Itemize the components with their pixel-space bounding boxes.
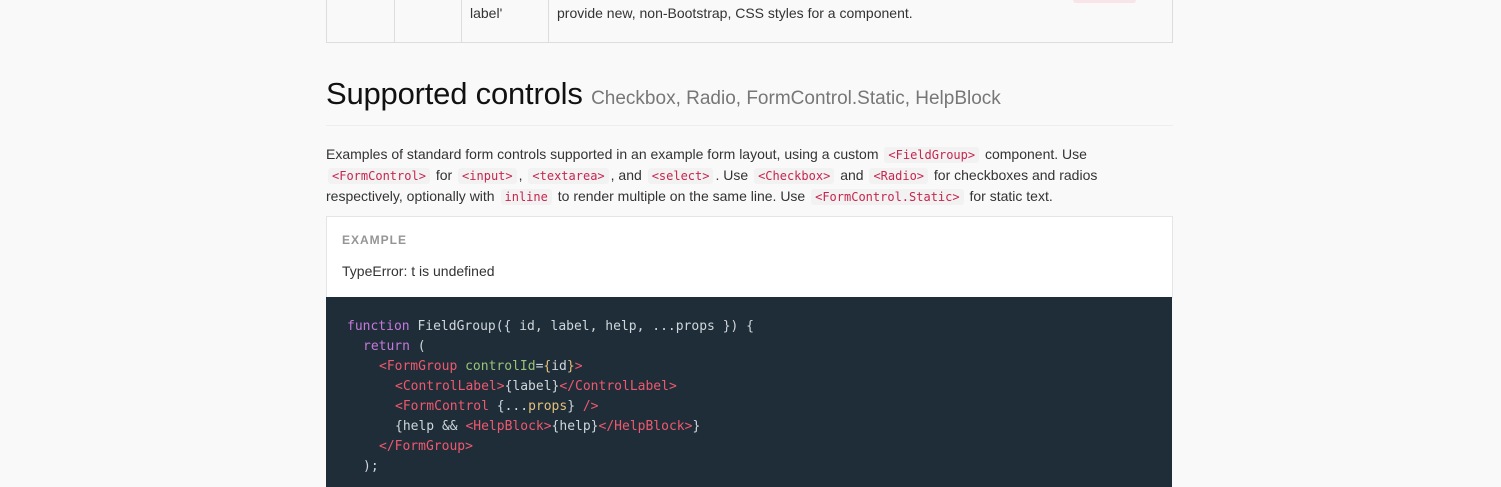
inline-code: <FormControl.Static> [811, 189, 964, 205]
section-description: Examples of standard form controls suppo… [326, 144, 1173, 207]
code-line: ); [363, 459, 379, 474]
example-error-message: TypeError: t is undefined [342, 263, 495, 279]
code-line: function FieldGroup({ id, label, help, .… [347, 319, 754, 334]
description-text: and [840, 167, 864, 183]
code-line: <ControlLabel>{label}</ControlLabel> [395, 379, 677, 394]
section-heading: Supported controls Checkbox, Radio, Form… [326, 76, 1173, 126]
example-panel: EXAMPLE TypeError: t is undefined [326, 216, 1173, 298]
code-line: <FormControl {...props} /> [395, 399, 599, 414]
inline-code-fragment [1073, 0, 1136, 3]
table-cell-description: provide new, non-Bootstrap, CSS styles f… [557, 5, 913, 21]
table-column-divider [394, 0, 395, 42]
table-column-divider [461, 0, 462, 42]
table-column-divider [548, 0, 549, 42]
description-text: , and [610, 167, 642, 183]
description-text: component. Use [984, 146, 1087, 162]
description-text: for static text. [969, 188, 1053, 204]
inline-code: <input> [458, 168, 517, 184]
inline-code: <Radio> [869, 168, 929, 184]
code-line: {help && <HelpBlock>{help}</HelpBlock>} [395, 419, 701, 434]
description-text: . Use [715, 167, 749, 183]
props-table: label' provide new, non-Bootstrap, CSS s… [326, 0, 1173, 43]
inline-code: <FormControl> [328, 168, 430, 184]
description-text: to render multiple on the same line. Use [557, 188, 806, 204]
description-text: Examples of standard form controls suppo… [326, 146, 879, 162]
code-line: <FormGroup controlId={id}> [379, 359, 583, 374]
inline-code: <textarea> [528, 168, 609, 184]
description-text: for [435, 167, 453, 183]
code-line: </FormGroup> [379, 439, 473, 454]
inline-code: <select> [647, 168, 714, 184]
section-subtitle: Checkbox, Radio, FormControl.Static, Hel… [591, 88, 1001, 109]
description-text: , [518, 167, 523, 183]
inline-code: <FieldGroup> [884, 147, 980, 163]
inline-code: <Checkbox> [754, 168, 835, 184]
code-editor[interactable]: function FieldGroup({ id, label, help, .… [326, 297, 1172, 487]
table-cell-default: label' [470, 5, 503, 21]
section-title: Supported controls [326, 76, 583, 111]
code-line: return ( [363, 339, 426, 354]
example-label: EXAMPLE [342, 233, 408, 247]
inline-code: inline [500, 189, 552, 205]
